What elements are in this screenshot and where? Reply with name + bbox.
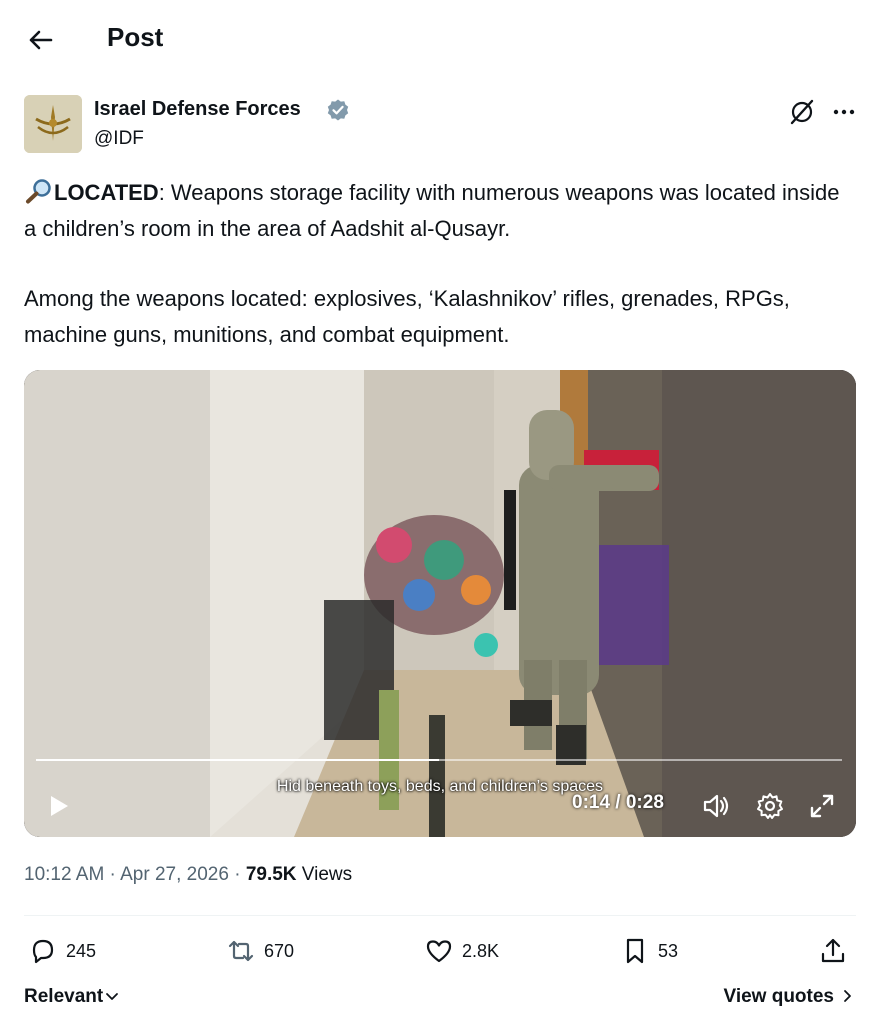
bookmark-icon <box>626 938 644 964</box>
author-handle[interactable]: @IDF <box>94 128 144 150</box>
avatar[interactable] <box>24 95 82 153</box>
bookmark-count: 53 <box>658 940 679 961</box>
video-frame <box>24 370 856 837</box>
post-time[interactable]: 10:12 AM <box>24 864 104 885</box>
progress-fill <box>36 759 439 761</box>
post-paragraph-2: Among the weapons located: explosives, ‘… <box>24 286 790 347</box>
volume-button[interactable] <box>700 790 732 822</box>
grok-icon <box>790 99 814 125</box>
magnifier-icon <box>26 179 51 204</box>
post-meta: 10:12 AM · Apr 27, 2026 · 79.5K Views <box>24 864 352 886</box>
reply-button[interactable]: 245 <box>28 934 96 968</box>
share-button[interactable] <box>818 934 856 968</box>
like-button[interactable]: 2.8K <box>424 934 499 968</box>
chevron-right-icon <box>844 990 851 1002</box>
play-icon <box>51 796 68 816</box>
post-date[interactable]: Apr 27, 2026 <box>120 864 229 885</box>
reply-count: 245 <box>66 940 97 961</box>
views-count: 79.5K <box>245 864 297 885</box>
author-name[interactable]: Israel Defense Forces <box>94 98 301 121</box>
view-quotes-label: View quotes <box>723 986 834 1007</box>
settings-button[interactable] <box>754 790 786 822</box>
reply-sort-dropdown[interactable]: Relevant <box>24 986 119 1008</box>
page-title: Post <box>107 22 164 52</box>
chevron-down-icon <box>106 993 119 1000</box>
progress-bar[interactable] <box>36 759 842 761</box>
post-text: LOCATED: Weapons storage facility with n… <box>24 175 854 353</box>
gear-icon <box>757 793 783 819</box>
view-quotes-link[interactable]: View quotes <box>723 986 854 1008</box>
repost-icon <box>228 940 254 962</box>
reply-icon <box>32 939 54 964</box>
video-time: 0:14 / 0:28 <box>572 792 664 813</box>
views-label: Views <box>296 864 353 885</box>
fullscreen-button[interactable] <box>806 790 838 822</box>
reply-sort-label: Relevant <box>24 986 104 1007</box>
like-icon <box>426 940 452 963</box>
expand-icon <box>810 794 834 818</box>
repost-count: 670 <box>264 940 295 961</box>
volume-icon <box>703 794 729 818</box>
back-button[interactable] <box>24 24 56 56</box>
bookmark-button[interactable]: 53 <box>620 934 678 968</box>
like-count: 2.8K <box>462 940 500 961</box>
grok-button[interactable] <box>786 96 818 128</box>
share-icon <box>821 938 845 963</box>
idf-emblem-icon <box>24 95 82 153</box>
more-icon <box>833 109 855 115</box>
video-player[interactable]: Hid beneath toys, beds, and children’s s… <box>24 370 856 837</box>
post-label: LOCATED <box>54 180 159 205</box>
top-bar: Post <box>0 0 880 80</box>
back-arrow-icon <box>29 30 53 50</box>
more-button[interactable] <box>828 96 860 128</box>
play-button[interactable] <box>42 790 74 822</box>
meta-separator: · <box>228 864 246 885</box>
repost-button[interactable]: 670 <box>226 934 294 968</box>
verified-badge-icon <box>327 99 349 121</box>
meta-separator: · <box>104 864 121 885</box>
post-paragraph-1: LOCATED: Weapons storage facility with n… <box>24 175 854 247</box>
divider <box>24 915 856 916</box>
